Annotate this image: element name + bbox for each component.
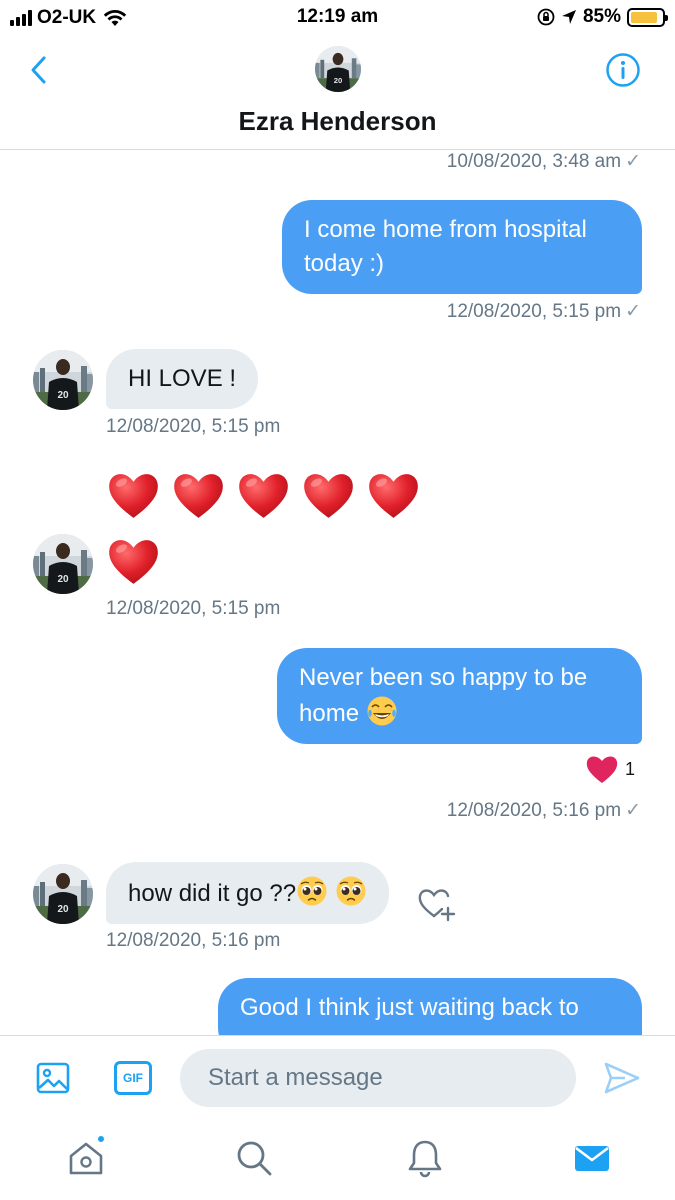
message-text: Good I think just waiting back to [240,994,579,1021]
chevron-left-icon [31,56,46,84]
message-text: Never been so happy to be [299,664,588,691]
contact-avatar[interactable] [33,534,93,594]
contact-avatar[interactable] [33,350,93,410]
message-timestamp: 12/08/2020, 5:15 pm ✓ [446,301,641,322]
message-timestamp: 10/08/2020, 3:48 am ✓ [446,151,641,172]
battery-icon [627,7,668,27]
message-timestamp: 12/08/2020, 5:15 pm [106,416,281,437]
contact-avatar[interactable] [33,864,93,924]
red-heart-emoji [106,468,161,523]
red-heart-emoji [171,468,226,523]
message-text: home [299,700,360,727]
gif-button[interactable]: GIF [114,1061,152,1095]
dm-conversation-screen: O2-UK 12:19 am 85% Ezra Henderson 10/08/… [0,0,675,1200]
gif-label: GIF [123,1071,143,1085]
status-bar: O2-UK 12:19 am 85% [0,0,675,36]
info-icon [606,53,640,87]
add-reaction-button[interactable] [416,884,456,924]
emoji-message-line2[interactable] [106,534,161,589]
add-photo-button[interactable] [35,1060,71,1096]
message-reaction[interactable]: 1 [585,754,635,784]
message-timestamp: 12/08/2020, 5:16 pm [106,930,281,951]
heart-plus-icon [418,889,456,922]
tab-home[interactable] [66,1134,106,1178]
laughing-tears-emoji [366,695,398,727]
tab-messages[interactable] [572,1138,612,1178]
tab-search[interactable] [234,1138,274,1178]
image-icon [36,1062,70,1094]
conversation-info-button[interactable] [605,52,641,88]
mail-icon [575,1146,609,1171]
message-text: today :) [304,250,385,277]
search-icon [237,1141,272,1176]
outgoing-message[interactable]: Never been so happy to be home [277,648,642,744]
outgoing-message[interactable]: Good I think just waiting back to [218,978,642,1035]
tab-notifications[interactable] [405,1138,445,1178]
red-heart-emoji [301,468,356,523]
contact-avatar[interactable] [315,46,361,92]
pleading-face-emoji [335,875,367,907]
home-icon [69,1142,103,1175]
send-icon [604,1062,640,1094]
message-text: how did it go ?? [128,880,297,907]
battery-percent: 85% [582,6,621,27]
bottom-tab-bar [0,1120,675,1200]
emoji-message[interactable] [106,468,421,523]
location-arrow-icon [561,10,576,24]
red-heart-emoji [366,468,421,523]
red-heart-emoji [236,468,291,523]
notification-dot [96,1134,106,1144]
message-text: HI LOVE ! [128,365,237,392]
outgoing-message[interactable]: I come home from hospital today :) [282,200,642,294]
heart-icon [586,756,618,783]
back-button[interactable] [24,52,56,88]
pleading-face-emoji [296,875,328,907]
red-heart-emoji [106,534,161,589]
send-button[interactable] [603,1060,641,1096]
message-composer: GIF [0,1035,675,1120]
incoming-message[interactable]: HI LOVE ! [106,349,259,409]
message-text: I come home from hospital [304,216,587,243]
message-input[interactable] [180,1049,576,1107]
reaction-count: 1 [624,758,635,779]
conversation-header: Ezra Henderson [0,36,675,150]
message-timestamp: 12/08/2020, 5:16 pm ✓ [446,800,641,821]
message-timestamp: 12/08/2020, 5:15 pm [106,598,281,619]
status-right: 85% [537,6,668,28]
bell-icon [408,1140,442,1178]
message-list[interactable]: 10/08/2020, 3:48 am ✓ I come home from ho… [0,150,675,1035]
incoming-message[interactable]: how did it go ?? [106,862,389,924]
contact-name[interactable]: Ezra Henderson [0,106,675,137]
battery-level [631,11,657,23]
orientation-lock-icon [537,8,555,26]
